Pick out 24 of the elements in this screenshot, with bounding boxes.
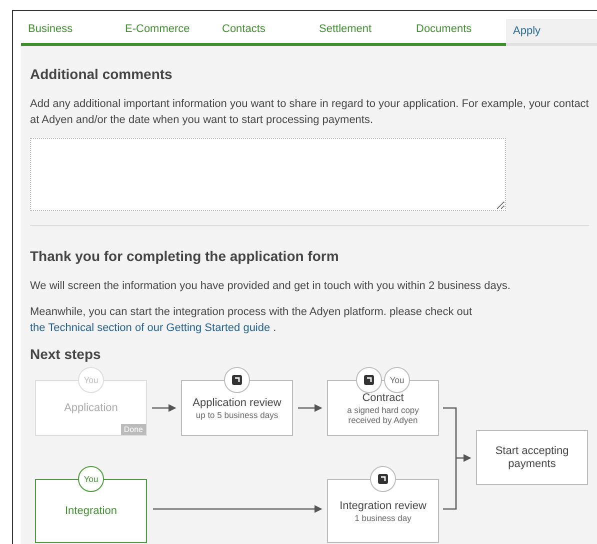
step-title: Start accepting payments xyxy=(494,444,570,470)
step-tab[interactable]: Apply xyxy=(506,19,597,46)
connector-arrow xyxy=(298,404,322,412)
role-badge: You xyxy=(78,466,104,492)
step-title: Integration xyxy=(65,504,117,518)
description-text: Add any additional important information you want to share in regard to your application. For example, your contact at Adyen and/or the date when you want to start processing payments. xyxy=(30,97,589,128)
guide-link[interactable]: the Technical section of our Getting Started guide xyxy=(30,322,270,334)
step-title: Integration review xyxy=(340,500,426,512)
role-badge: You xyxy=(384,367,410,393)
info-text: We will screen the information you have provided and get in touch with you within 2 business days. xyxy=(30,279,512,294)
section-heading: Thank you for completing the application form xyxy=(30,248,340,264)
step-title: Application review xyxy=(192,396,282,410)
role-badge: You xyxy=(78,367,104,393)
step-subtitle: 1 business day xyxy=(354,512,412,522)
step-subtitle: a signed hard copy received by Adyen xyxy=(346,404,420,424)
comments-field[interactable] xyxy=(30,138,506,211)
step-title: Application xyxy=(64,402,118,414)
section-heading: Next steps xyxy=(30,346,102,362)
step-title: Contract xyxy=(362,392,404,404)
section-heading: Additional comments xyxy=(30,66,174,82)
connector-arrow xyxy=(152,404,176,412)
info-text: Meanwhile, you can start the integration process with the Adyen platform. please check out the Technical section of our Getting Started guide . xyxy=(30,305,474,336)
status-tag: Done xyxy=(120,424,146,435)
step-subtitle: up to 5 business days xyxy=(196,410,278,420)
